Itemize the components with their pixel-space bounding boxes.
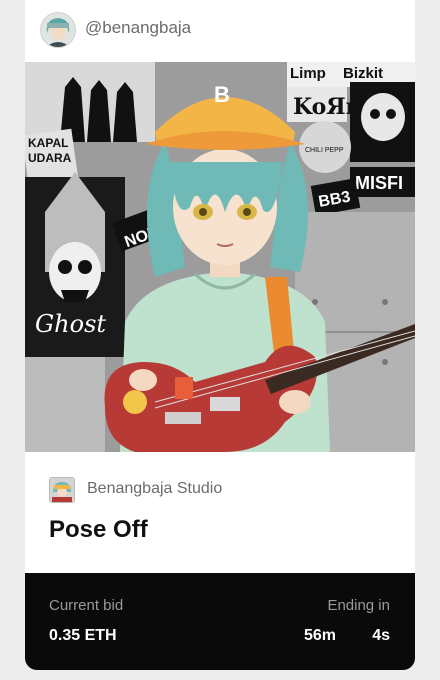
- countdown-minutes: 56m: [303, 627, 336, 644]
- kapal-text: KAPAL: [28, 136, 68, 150]
- limp-text: Limp: [290, 65, 326, 82]
- owner-handle[interactable]: @benangbaja: [85, 18, 191, 38]
- card-header: @benangbaja: [25, 0, 415, 62]
- ending-in-label: Ending in: [327, 597, 390, 614]
- current-bid-value: 0.35 ETH: [49, 627, 117, 644]
- studio-avatar[interactable]: [49, 477, 75, 503]
- item-title[interactable]: Pose Off: [49, 516, 148, 544]
- misfits-text: MISFI: [355, 173, 403, 193]
- studio-name[interactable]: Benangbaja Studio: [87, 480, 222, 498]
- ghost-text: Ghost: [35, 310, 106, 338]
- countdown-seconds: 4s: [372, 627, 390, 644]
- cap-letter: B: [214, 82, 230, 107]
- item-info: Benangbaja Studio Pose Off: [25, 452, 415, 573]
- chili-text: CHILI PEPP: [305, 147, 344, 154]
- owner-avatar[interactable]: [40, 12, 76, 48]
- auction-footer: Current bid 0.35 ETH Ending in 56m 4s: [25, 573, 415, 670]
- udara-text: UDARA: [28, 151, 72, 165]
- current-bid-label: Current bid: [49, 597, 124, 614]
- nft-card[interactable]: @benangbaja KAPAL UDARA Ghost Ko: [25, 0, 415, 670]
- artwork-image[interactable]: KAPAL UDARA Ghost KoЯn NOFX Limp Bizkit …: [25, 62, 415, 452]
- bizkit-text: Bizkit: [343, 65, 383, 82]
